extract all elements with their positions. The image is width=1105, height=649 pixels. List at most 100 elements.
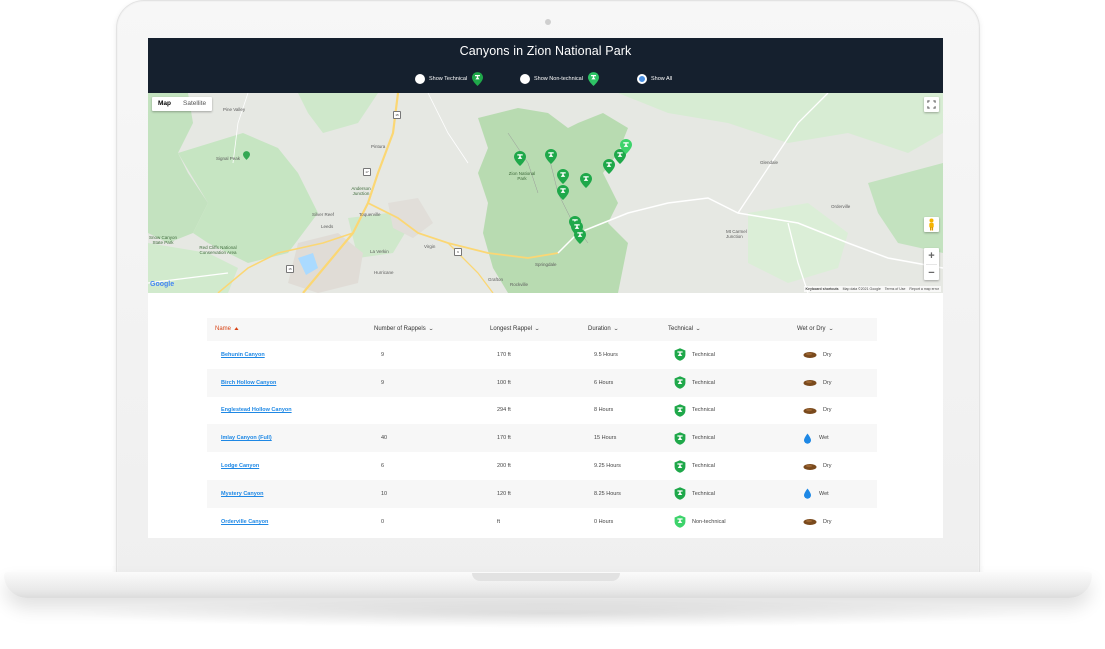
canyon-marker-pin-icon[interactable]: [545, 149, 557, 164]
cell-technical: Technical: [674, 452, 715, 480]
map-type-map-button[interactable]: Map: [152, 97, 177, 111]
cell-wet-or-dry: Dry: [803, 341, 832, 369]
radio-button[interactable]: [520, 74, 530, 84]
map-label: Grafton: [488, 277, 504, 282]
wet-dry-label: Dry: [823, 463, 832, 470]
table-row[interactable]: Behunin Canyon 9 170 ft 9.5 Hours Techni…: [207, 341, 877, 369]
technical-badge-icon: [674, 515, 686, 528]
table-row[interactable]: Lodge Canyon 6 200 ft 9.25 Hours Technic…: [207, 452, 877, 480]
chevron-down-icon: ⌄: [612, 326, 619, 332]
column-header-wet-or-dry[interactable]: Wet or Dry ⌄: [797, 318, 834, 341]
cell-duration: 8.25 Hours: [594, 490, 621, 497]
cell-rappels: 6: [381, 463, 385, 470]
fullscreen-icon: [927, 100, 936, 109]
canyon-marker-pin-icon[interactable]: [580, 173, 592, 188]
table-row[interactable]: Mystery Canyon 10 120 ft 8.25 Hours Tech…: [207, 480, 877, 508]
cell-longest-rappel: 120 ft: [497, 490, 511, 497]
fullscreen-button[interactable]: [924, 97, 939, 112]
radio-button[interactable]: [415, 74, 425, 84]
keyboard-shortcuts-link[interactable]: Keyboard shortcuts: [806, 286, 839, 292]
wet-dry-label: Dry: [823, 407, 832, 414]
column-header-longest-rappel[interactable]: Longest Rappel ⌄: [490, 318, 540, 341]
cell-duration: 8 Hours: [594, 407, 614, 414]
cell-longest-rappel: 170 ft: [497, 351, 511, 358]
cell-name: Mystery Canyon: [221, 480, 264, 508]
technical-badge-icon: [674, 459, 686, 473]
canyon-name-link[interactable]: Englestead Hollow Canyon: [221, 407, 292, 413]
filter-show-all[interactable]: Show All: [637, 72, 677, 86]
zoom-out-button[interactable]: −: [924, 265, 939, 281]
canyon-marker-pin-icon[interactable]: [514, 151, 526, 166]
map-label: Orderville: [831, 204, 851, 209]
street-view-pegman-button[interactable]: [924, 217, 939, 232]
canyon-marker-pin-icon[interactable]: [574, 229, 586, 244]
technical-badge-icon: [674, 487, 686, 501]
dirt-mound-icon: [803, 352, 817, 359]
canyon-marker-pin-icon[interactable]: [620, 139, 632, 154]
column-header-technical[interactable]: Technical ⌄: [668, 318, 701, 341]
map-type-satellite-button[interactable]: Satellite: [177, 97, 212, 111]
radio-button-checked[interactable]: [637, 74, 647, 84]
chevron-down-icon: ⌄: [427, 326, 434, 332]
filter-show-non-technical[interactable]: Show Non-technical: [520, 72, 599, 86]
map-label: Glendale: [760, 160, 779, 165]
water-drop-icon: [804, 488, 811, 500]
filter-label: Show Technical: [429, 76, 468, 82]
report-error-link[interactable]: Report a map error: [909, 286, 939, 292]
column-label: Number of Rappels: [374, 326, 426, 332]
cell-rappels: 0: [381, 518, 385, 525]
cell-duration: 6 Hours: [594, 379, 614, 386]
water-drop-icon: [804, 433, 811, 444]
cell-name: Behunin Canyon: [221, 341, 265, 369]
map-attribution: Keyboard shortcuts Map data ©2021 Google…: [803, 286, 941, 292]
technical-canyon-pin-icon: [472, 72, 484, 86]
chevron-down-icon: ⌄: [827, 326, 834, 332]
page-header: Canyons in Zion National Park Show Techn…: [148, 38, 943, 93]
filter-show-technical[interactable]: Show Technical: [415, 72, 484, 86]
canyon-name-link[interactable]: Orderville Canyon: [221, 519, 268, 525]
canyon-name-link[interactable]: Birch Hollow Canyon: [221, 380, 276, 386]
table-row[interactable]: Imlay Canyon (Full) 40 170 ft 15 Hours T…: [207, 424, 877, 453]
filter-label: Show All: [651, 76, 673, 82]
column-header-duration[interactable]: Duration ⌄: [588, 318, 619, 341]
page-title: Canyons in Zion National Park: [459, 44, 632, 58]
wet-dry-label: Wet: [819, 490, 829, 497]
technical-badge-icon: [674, 432, 686, 445]
cell-technical: Technical: [674, 480, 715, 508]
table-row[interactable]: Englestead Hollow Canyon 294 ft 8 Hours …: [207, 397, 877, 425]
column-label: Duration: [588, 326, 611, 332]
column-header-name[interactable]: Name ▲: [215, 318, 240, 341]
cell-wet-or-dry: Dry: [803, 397, 832, 425]
cell-longest-rappel: 170 ft: [497, 435, 511, 442]
map-label: Pintura: [371, 144, 386, 149]
column-label: Technical: [668, 326, 694, 332]
canyon-name-link[interactable]: Behunin Canyon: [221, 352, 265, 358]
canyon-name-link[interactable]: Mystery Canyon: [221, 491, 264, 497]
canyon-name-link[interactable]: Lodge Canyon: [221, 463, 259, 469]
technical-label: Technical: [692, 490, 715, 497]
map-label: Zion National Park: [508, 171, 536, 181]
map-label: Toquerville: [359, 212, 381, 217]
column-header-rappels[interactable]: Number of Rappels ⌄: [374, 318, 434, 341]
zoom-in-button[interactable]: +: [924, 248, 939, 264]
map-label: Anderson Junction: [351, 186, 371, 196]
terms-link[interactable]: Terms of Use: [885, 286, 906, 292]
table-row[interactable]: Orderville Canyon 0 ft 0 Hours Non-techn…: [207, 508, 877, 536]
cell-wet-or-dry: Dry: [803, 369, 832, 397]
cell-technical: Technical: [674, 397, 715, 425]
map-label: Silver Reef: [312, 212, 335, 217]
canyon-name-link[interactable]: Imlay Canyon (Full): [221, 435, 272, 441]
map[interactable]: 15 17 15 9 Pine Valley Signal Peak Pintu…: [148, 93, 943, 293]
map-label: Rockville: [510, 282, 529, 287]
canyon-marker-pin-icon[interactable]: [557, 169, 569, 184]
cell-longest-rappel: 200 ft: [497, 463, 511, 470]
canyon-marker-pin-icon[interactable]: [557, 185, 569, 200]
map-label: La Verkin: [370, 249, 389, 254]
technical-label: Technical: [692, 379, 715, 386]
table-row[interactable]: Birch Hollow Canyon 9 100 ft 6 Hours Tec…: [207, 368, 877, 397]
map-data-text: Map data ©2021 Google: [842, 287, 881, 291]
map-label: Red Cliffs National Conservation Area: [199, 245, 237, 255]
map-label: Springdale: [535, 262, 557, 267]
laptop-shadow: [60, 598, 1040, 628]
cell-name: Birch Hollow Canyon: [221, 369, 276, 397]
